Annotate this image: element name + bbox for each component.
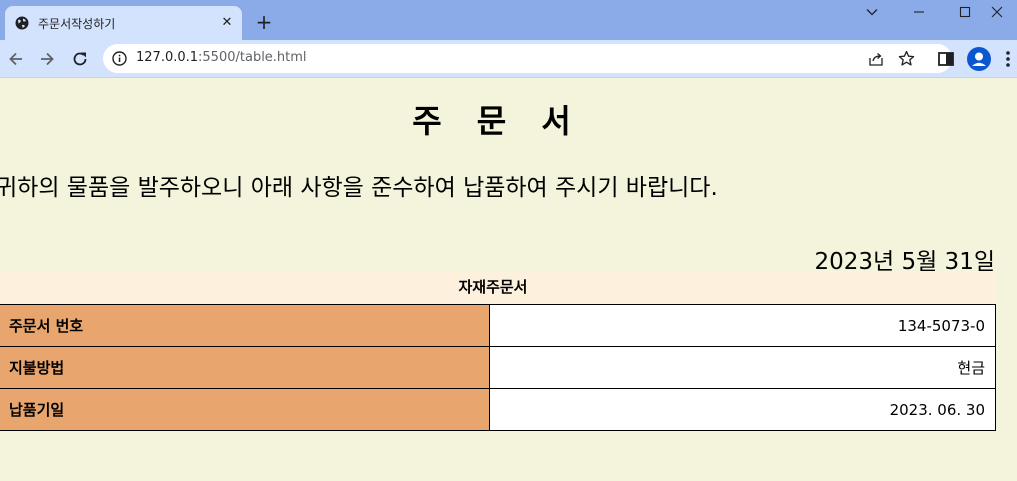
row-label-payment-method: 지불방법 <box>0 346 490 389</box>
profile-silhouette-icon <box>972 52 986 66</box>
share-icon[interactable] <box>868 51 884 67</box>
kebab-menu-icon[interactable] <box>1005 50 1011 68</box>
star-icon[interactable] <box>898 50 915 67</box>
tab-strip: 주문서작성하기 ✕ + <box>0 0 1017 40</box>
reload-icon[interactable] <box>70 49 90 69</box>
info-icon[interactable] <box>112 51 127 66</box>
table-row: 납품기일 2023. 06. 30 <box>0 388 996 431</box>
close-icon <box>991 6 1003 18</box>
side-panel-icon[interactable] <box>936 49 956 69</box>
minimize-button[interactable] <box>896 0 942 26</box>
minimize-icon <box>914 11 924 13</box>
row-label-order-number: 주문서 번호 <box>0 304 490 347</box>
url-path: :5500/table.html <box>198 50 307 65</box>
address-bar[interactable]: 127.0.0.1:5500/table.html <box>103 44 952 73</box>
globe-icon <box>15 16 29 30</box>
chevron-down-icon <box>866 9 878 16</box>
arrow-right-icon[interactable] <box>37 49 57 69</box>
row-value-delivery-date: 2023. 06. 30 <box>489 388 996 431</box>
close-window-button[interactable] <box>988 0 1017 26</box>
new-tab-button[interactable]: + <box>252 11 276 35</box>
browser-tab[interactable]: 주문서작성하기 ✕ <box>5 6 242 40</box>
intro-text: 귀하의 물품을 발주하오니 아래 사항을 준수하여 납품하여 주시기 바랍니다. <box>0 175 718 201</box>
table-row: 지불방법 현금 <box>0 346 996 389</box>
row-value-payment-method: 현금 <box>489 346 996 389</box>
page-title: 주 문 서 <box>412 102 583 140</box>
table-caption: 자재주문서 <box>0 271 996 304</box>
row-value-order-number: 134-5073-0 <box>489 304 996 347</box>
url-host: 127.0.0.1 <box>136 50 199 65</box>
maximize-icon <box>959 6 971 18</box>
tab-title: 주문서작성하기 <box>38 17 116 31</box>
order-table: 자재주문서 주문서 번호 134-5073-0 지불방법 현금 납품기일 202… <box>0 271 996 431</box>
url-text[interactable]: 127.0.0.1:5500/table.html <box>136 50 307 65</box>
profile-icon[interactable] <box>967 47 991 71</box>
tab-search-button[interactable] <box>849 0 895 26</box>
row-label-delivery-date: 납품기일 <box>0 388 490 431</box>
arrow-left-icon[interactable] <box>6 49 26 69</box>
browser-toolbar: 127.0.0.1:5500/table.html <box>0 40 1017 78</box>
tab-close-icon[interactable]: ✕ <box>219 15 235 31</box>
table-row: 주문서 번호 134-5073-0 <box>0 304 996 347</box>
maximize-button[interactable] <box>942 0 988 26</box>
